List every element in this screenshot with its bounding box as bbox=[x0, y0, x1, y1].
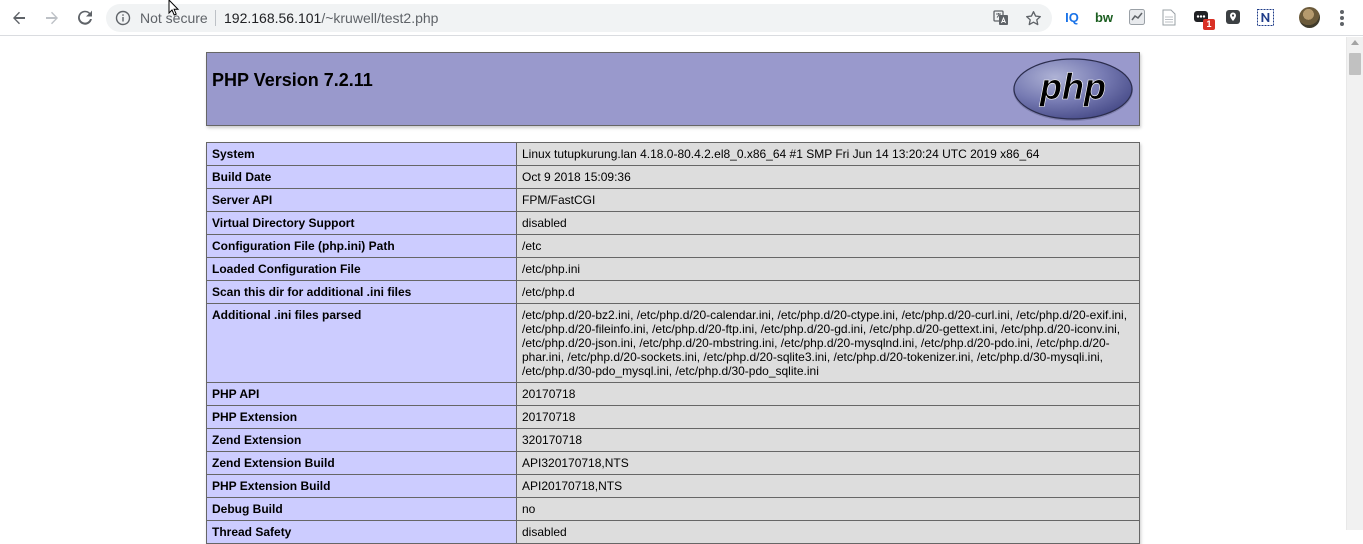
table-row: System Linux tutupkurung.lan 4.18.0-80.4.… bbox=[206, 142, 1140, 166]
row-key: Build Date bbox=[206, 165, 517, 189]
row-key: System bbox=[206, 142, 517, 166]
table-row: PHP Extension Build API20170718,NTS bbox=[206, 474, 1140, 498]
table-row: Virtual Directory Support disabled bbox=[206, 211, 1140, 235]
row-key: Virtual Directory Support bbox=[206, 211, 517, 235]
row-value: Linux tutupkurung.lan 4.18.0-80.4.2.el8_… bbox=[516, 142, 1140, 166]
arrow-right-icon bbox=[46, 11, 58, 25]
table-row: Zend Extension 320170718 bbox=[206, 428, 1140, 452]
row-value: disabled bbox=[516, 520, 1140, 544]
row-key: Configuration File (php.ini) Path bbox=[206, 234, 517, 258]
scroll-up-arrow-icon[interactable] bbox=[1351, 40, 1359, 45]
table-row: PHP API 20170718 bbox=[206, 382, 1140, 406]
row-key: Zend Extension Build bbox=[206, 451, 517, 475]
row-value: Oct 9 2018 15:09:36 bbox=[516, 165, 1140, 189]
page-scrollbar[interactable] bbox=[1346, 37, 1363, 530]
row-value: API20170718,NTS bbox=[516, 474, 1140, 498]
translate-button[interactable] bbox=[992, 9, 1010, 27]
mouse-cursor-icon bbox=[168, 0, 180, 16]
table-row: Zend Extension Build API320170718,NTS bbox=[206, 451, 1140, 475]
row-key: Loaded Configuration File bbox=[206, 257, 517, 281]
row-value: /etc bbox=[516, 234, 1140, 258]
iq-extension-button[interactable]: IQ bbox=[1063, 8, 1081, 26]
reload-icon bbox=[78, 10, 92, 25]
bw-extension-button[interactable]: bw bbox=[1095, 8, 1113, 26]
bookmark-button[interactable] bbox=[1024, 9, 1042, 27]
n-extension-button[interactable] bbox=[1256, 8, 1274, 26]
translate-icon bbox=[993, 10, 1008, 25]
menu-dot-icon bbox=[1340, 22, 1344, 26]
row-value: disabled bbox=[516, 211, 1140, 235]
table-row: Build Date Oct 9 2018 15:09:36 bbox=[206, 165, 1140, 189]
php-logo[interactable]: php bbox=[1012, 58, 1134, 122]
row-key: Zend Extension bbox=[206, 428, 517, 452]
document-icon bbox=[1162, 9, 1176, 25]
scroll-thumb[interactable] bbox=[1349, 53, 1361, 75]
table-row: Configuration File (php.ini) Path/etc bbox=[206, 234, 1140, 258]
back-button[interactable] bbox=[8, 7, 30, 29]
reload-button[interactable] bbox=[74, 7, 96, 29]
menu-dot-icon bbox=[1340, 10, 1344, 14]
row-key: Scan this dir for additional .ini files bbox=[206, 280, 517, 304]
row-value: /etc/php.d/20-bz2.ini, /etc/php.d/20-cal… bbox=[516, 303, 1140, 383]
iq-extension-icon: IQ bbox=[1065, 9, 1079, 25]
forward-button[interactable] bbox=[41, 7, 63, 29]
location-extension-button[interactable] bbox=[1224, 8, 1242, 26]
row-key: PHP API bbox=[206, 382, 517, 406]
row-value: no bbox=[516, 497, 1140, 521]
row-key: Thread Safety bbox=[206, 520, 517, 544]
url-host: 192.168.56.101 bbox=[224, 10, 322, 26]
php-version-header: PHP Version 7.2.11 php bbox=[206, 52, 1140, 126]
table-row: PHP Extension 20170718 bbox=[206, 405, 1140, 429]
star-icon bbox=[1025, 10, 1041, 25]
page-title: PHP Version 7.2.11 bbox=[212, 70, 373, 90]
bw-extension-icon: bw bbox=[1094, 9, 1114, 25]
table-row: Thread Safety disabled bbox=[206, 520, 1140, 544]
row-key: Server API bbox=[206, 188, 517, 212]
php-logo-text: php bbox=[1039, 66, 1106, 107]
row-value: FPM/FastCGI bbox=[516, 188, 1140, 212]
document-extension-button[interactable] bbox=[1160, 8, 1178, 26]
location-pin-icon bbox=[1226, 10, 1240, 24]
row-value: /etc/php.ini bbox=[516, 257, 1140, 281]
row-key: PHP Extension Build bbox=[206, 474, 517, 498]
url-path: /~kruwell/test2.php bbox=[321, 10, 439, 26]
url-text[interactable]: 192.168.56.101/~kruwell/test2.php bbox=[224, 10, 438, 26]
arrow-left-icon bbox=[13, 11, 25, 25]
row-value: 320170718 bbox=[516, 428, 1140, 452]
address-divider bbox=[215, 10, 216, 26]
php-info-table-body: System Linux tutupkurung.lan 4.18.0-80.4.… bbox=[206, 142, 1140, 544]
row-key: Debug Build bbox=[206, 497, 517, 521]
php-info-table: System Linux tutupkurung.lan 4.18.0-80.4.… bbox=[206, 142, 1140, 544]
row-key: PHP Extension bbox=[206, 405, 517, 429]
row-value: API320170718,NTS bbox=[516, 451, 1140, 475]
row-value: /etc/php.d bbox=[516, 280, 1140, 304]
table-row: Loaded Configuration File/etc/php.ini bbox=[206, 257, 1140, 281]
chart-extension-icon bbox=[1129, 9, 1145, 25]
table-row: Server API FPM/FastCGI bbox=[206, 188, 1140, 212]
table-row: Scan this dir for additional .ini files /… bbox=[206, 280, 1140, 304]
notification-badge: 1 bbox=[1203, 19, 1215, 30]
profile-avatar[interactable] bbox=[1299, 7, 1320, 28]
menu-dot-icon bbox=[1340, 16, 1344, 20]
browser-menu-button[interactable] bbox=[1336, 8, 1348, 28]
row-value: 20170718 bbox=[516, 405, 1140, 429]
table-row: Debug Build no bbox=[206, 497, 1140, 521]
table-row: Additional .ini files parsed/etc/php.d/2… bbox=[206, 303, 1140, 383]
chart-extension-button[interactable] bbox=[1128, 8, 1146, 26]
browser-toolbar: Not secure 192.168.56.101/~kruwell/test2… bbox=[0, 0, 1363, 36]
n-extension-icon bbox=[1256, 8, 1274, 26]
info-icon[interactable] bbox=[115, 10, 131, 26]
row-value: 20170718 bbox=[516, 382, 1140, 406]
address-bar[interactable]: Not secure 192.168.56.101/~kruwell/test2… bbox=[106, 4, 1052, 32]
row-key: Additional .ini files parsed bbox=[206, 303, 517, 383]
